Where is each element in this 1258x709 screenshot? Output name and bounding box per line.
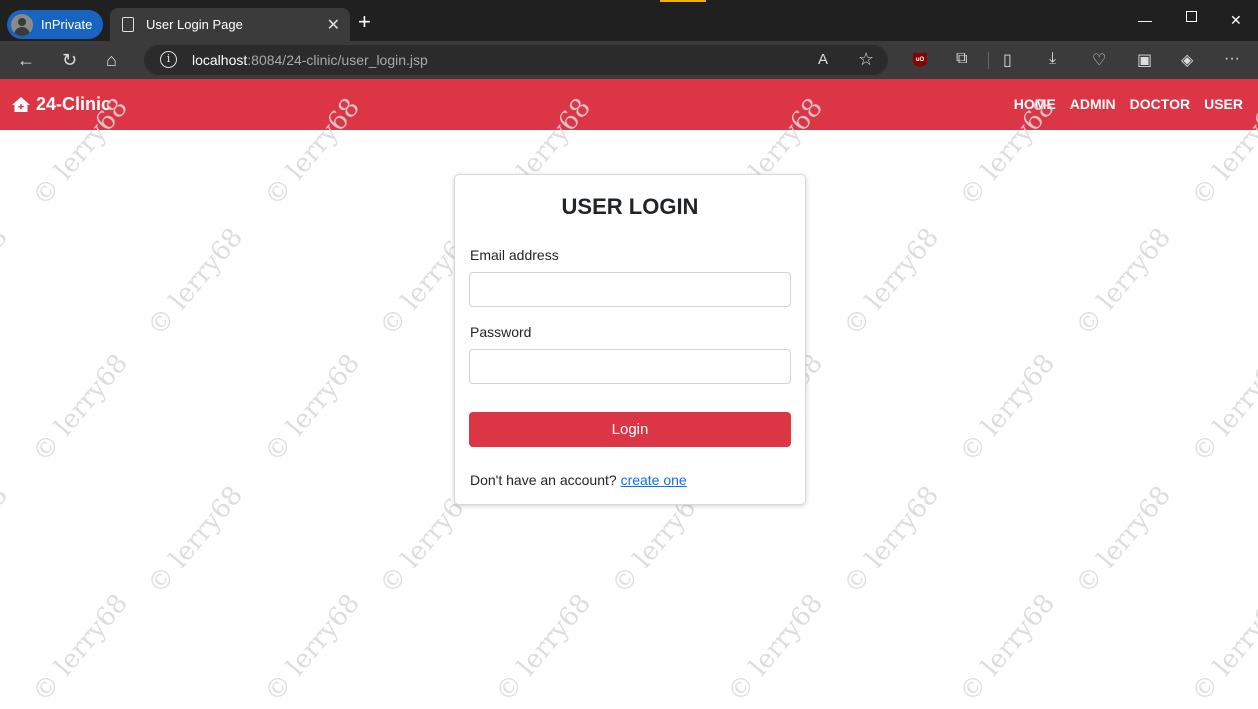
read-aloud-icon[interactable]: A bbox=[818, 51, 828, 68]
page-icon bbox=[122, 17, 134, 32]
watermark-text: © lerry68 bbox=[27, 588, 134, 708]
house-icon bbox=[12, 97, 30, 112]
watermark-text: © lerry68 bbox=[490, 588, 597, 708]
inprivate-label: InPrivate bbox=[41, 17, 93, 32]
browser-titlebar: InPrivate User Login Page ✕ + — ✕ bbox=[0, 0, 1258, 41]
inprivate-button[interactable]: InPrivate bbox=[7, 10, 103, 39]
browser-toolbar: ← ↻ ⌂ i localhost:8084/24-clinic/user_lo… bbox=[0, 41, 1258, 79]
password-label: Password bbox=[470, 324, 532, 340]
watermark-text: © lerry68 bbox=[0, 480, 14, 600]
watermark-text: © lerry68 bbox=[1070, 480, 1177, 600]
login-card: USER LOGIN Email address Password Login … bbox=[454, 174, 806, 505]
brand-name: 24-Clinic bbox=[36, 94, 112, 114]
site-navbar: 24-Clinic HOME ADMIN DOCTOR USER bbox=[0, 79, 1258, 130]
nav-links: HOME ADMIN DOCTOR USER bbox=[1014, 96, 1243, 112]
login-title: USER LOGIN bbox=[561, 194, 699, 219]
watermark-text: © lerry68 bbox=[1070, 222, 1177, 342]
signup-prompt: Don't have an account? bbox=[470, 472, 617, 488]
profile-avatar-icon bbox=[11, 13, 33, 36]
watermark-text: © lerry68 bbox=[838, 480, 945, 600]
address-bar[interactable]: i localhost:8084/24-clinic/user_login.js… bbox=[144, 45, 888, 75]
toolbar-divider bbox=[988, 52, 989, 69]
email-field[interactable] bbox=[469, 272, 791, 307]
ublock-extension-icon[interactable]: uO bbox=[913, 53, 927, 67]
watermark-text: © lerry68 bbox=[954, 348, 1061, 468]
signup-row: Don't have an account? create one bbox=[470, 472, 687, 488]
watermark-text: © lerry68 bbox=[259, 348, 366, 468]
site-info-icon[interactable]: i bbox=[160, 51, 177, 68]
tab-title: User Login Page bbox=[146, 17, 243, 32]
create-account-link[interactable]: create one bbox=[621, 472, 687, 488]
browser-tab-active[interactable]: User Login Page ✕ bbox=[110, 8, 350, 41]
watermark-text: © lerry68 bbox=[27, 348, 134, 468]
nav-link-doctor[interactable]: DOCTOR bbox=[1130, 96, 1190, 112]
watermark-text: © lerry68 bbox=[954, 588, 1061, 708]
downloads-icon[interactable]: ⤓ bbox=[1049, 50, 1056, 68]
url-host: localhost bbox=[192, 52, 248, 68]
url-text[interactable]: localhost:8084/24-clinic/user_login.jsp bbox=[192, 52, 428, 68]
back-arrow-icon[interactable]: ← bbox=[17, 50, 35, 70]
watermark-text: © lerry68 bbox=[838, 222, 945, 342]
nav-link-admin[interactable]: ADMIN bbox=[1070, 96, 1116, 112]
browser-essentials-icon[interactable]: ♡ bbox=[1092, 50, 1106, 70]
home-icon[interactable]: ⌂ bbox=[106, 50, 117, 70]
watermark-text: © lerry68 bbox=[142, 222, 249, 342]
login-button[interactable]: Login bbox=[469, 412, 791, 447]
nav-link-user[interactable]: USER bbox=[1204, 96, 1243, 112]
window-close-icon[interactable]: ✕ bbox=[1230, 12, 1242, 29]
watermark-text: © lerry68 bbox=[722, 588, 829, 708]
watermark-text: © lerry68 bbox=[1186, 348, 1258, 468]
watermark-text: © lerry68 bbox=[1186, 588, 1258, 708]
email-label: Email address bbox=[470, 247, 559, 263]
refresh-icon[interactable]: ↻ bbox=[62, 50, 77, 70]
split-screen-icon[interactable]: ▯ bbox=[1003, 50, 1012, 70]
maximize-icon[interactable] bbox=[1186, 11, 1197, 22]
more-options-icon[interactable]: ··· bbox=[1224, 50, 1240, 68]
nav-link-home[interactable]: HOME bbox=[1014, 96, 1056, 112]
brand-link[interactable]: 24-Clinic bbox=[11, 94, 111, 115]
watermark-text: © lerry68 bbox=[142, 480, 249, 600]
minimize-icon[interactable]: — bbox=[1138, 12, 1152, 28]
loading-indicator bbox=[660, 0, 706, 2]
password-field[interactable] bbox=[469, 349, 791, 384]
collections-icon[interactable]: ▣ bbox=[1137, 50, 1152, 70]
extensions-puzzle-icon[interactable]: ⧉ bbox=[956, 50, 967, 68]
tab-close-icon[interactable]: ✕ bbox=[327, 15, 340, 35]
favorite-star-icon[interactable]: ☆ bbox=[858, 49, 874, 70]
new-tab-icon[interactable]: + bbox=[358, 11, 371, 33]
watermark-text: © lerry68 bbox=[259, 588, 366, 708]
url-path: :8084/24-clinic/user_login.jsp bbox=[247, 52, 428, 68]
watermark-text: © lerry68 bbox=[0, 222, 14, 342]
copilot-icon[interactable]: ◈ bbox=[1181, 50, 1193, 70]
